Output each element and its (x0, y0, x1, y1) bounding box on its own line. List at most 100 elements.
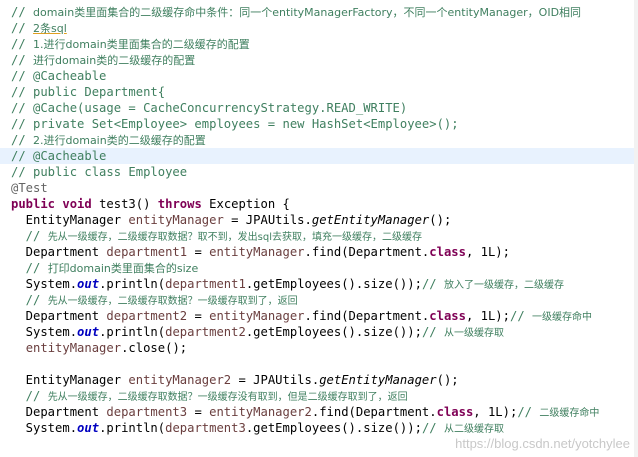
code-line[interactable]: // 2.进行domain类的二级缓存的配置 (11, 132, 638, 148)
code-token: department1 (106, 245, 188, 259)
code-token: System. (11, 421, 78, 435)
code-token: getEntityManager (319, 373, 437, 387)
code-line[interactable] (11, 356, 638, 372)
code-line[interactable]: // @Cache(usage = CacheConcurrencyStrate… (11, 100, 638, 116)
code-token: class (429, 309, 466, 323)
code-token: entityManager (209, 309, 305, 323)
code-token: (); (429, 213, 452, 227)
code-line[interactable]: EntityManager entityManager2 = JPAUtils.… (11, 372, 638, 388)
code-token: .close(); (121, 341, 188, 355)
code-token: // (421, 325, 444, 339)
code-token: // (421, 277, 444, 291)
code-token: // (11, 133, 34, 147)
code-token: 先从一级缓存，二级缓存取数据？取不到，发出sql去获取，填充一级缓存，二级缓存 (47, 232, 423, 243)
code-token: throws (157, 197, 210, 211)
code-line[interactable]: // @Cacheable (0, 148, 638, 164)
code-line[interactable]: // 先从一级缓存，二级缓存取数据？取不到，发出sql去获取，填充一级缓存，二级… (11, 228, 638, 244)
code-token: // (11, 389, 48, 403)
code-token: class (436, 405, 474, 419)
code-token: // public Department{ (11, 85, 166, 99)
code-line[interactable]: // 先从一级缓存，二级缓存取数据？一级缓存没有取到，但是二级缓存取到了，返回 (11, 388, 638, 404)
code-token: // (11, 37, 34, 51)
code-token: public (11, 197, 63, 211)
code-token: = JPAUtils. (223, 213, 312, 227)
code-token: 从二级缓存取 (443, 424, 504, 435)
code-token: 先从一级缓存，二级缓存取数据？一级缓存取到了，返回 (47, 296, 298, 307)
code-token: // (11, 229, 48, 243)
code-line[interactable]: // domain类里面集合的二级缓存命中条件：同一个entityManager… (11, 4, 638, 20)
code-token: // (11, 5, 34, 19)
code-token: // (509, 309, 532, 323)
code-line[interactable]: Department department1 = entityManager.f… (11, 244, 638, 260)
code-line[interactable]: // 进行domain类的二级缓存的配置 (11, 52, 638, 68)
code-token: EntityManager (11, 373, 129, 387)
code-token: test3() (99, 197, 158, 211)
watermark-text: https://blog.csdn.net/yotchylee (455, 436, 630, 451)
code-token: Department (11, 309, 107, 323)
code-token: , 1L); (473, 405, 518, 419)
code-token: 打印domain类里面集合的size (47, 262, 199, 275)
code-token: // public class Employee (11, 165, 188, 179)
code-line[interactable]: Department department2 = entityManager.f… (11, 308, 638, 324)
code-line[interactable]: Department department3 = entityManager2.… (11, 404, 638, 420)
code-line[interactable]: // 打印domain类里面集合的size (11, 260, 638, 276)
code-line[interactable]: System.out.println(department2.getEmploy… (11, 324, 638, 340)
code-token: Exception { (209, 197, 290, 211)
code-line[interactable]: // public class Employee (11, 164, 638, 180)
code-token: // (517, 405, 540, 419)
code-token: department3 (165, 421, 246, 435)
code-token: Department (11, 245, 107, 259)
code-line[interactable]: // 先从一级缓存，二级缓存取数据？一级缓存取到了，返回 (11, 292, 638, 308)
code-line[interactable]: entityManager.close(); (11, 340, 638, 356)
code-token: = JPAUtils. (231, 373, 320, 387)
code-token: .find(Department. (311, 405, 437, 419)
code-line[interactable]: // 2条sql (11, 20, 638, 36)
code-token: // @Cache(usage = CacheConcurrencyStrate… (11, 101, 408, 115)
code-editor[interactable]: // domain类里面集合的二级缓存命中条件：同一个entityManager… (0, 0, 638, 457)
code-token: entityManager (209, 245, 305, 259)
code-token: entityManager2 (209, 405, 312, 419)
code-token: entityManager2 (128, 373, 232, 387)
vertical-scrollbar[interactable] (634, 0, 638, 457)
code-token: 一级缓存命中 (532, 312, 592, 323)
code-token: // @Cacheable (11, 69, 107, 83)
code-token: // (11, 53, 34, 67)
code-line[interactable]: System.out.println(department1.getEmploy… (11, 276, 638, 292)
code-line[interactable]: // @Cacheable (11, 68, 638, 84)
code-token: 放入了一级缓存，二级缓存 (443, 280, 564, 291)
code-token: 进行domain类的二级缓存的配置 (33, 54, 196, 67)
code-token: .println( (99, 277, 166, 291)
code-line[interactable]: EntityManager entityManager = JPAUtils.g… (11, 212, 638, 228)
code-token: System. (11, 277, 78, 291)
code-token: 先从一级缓存，二级缓存取数据？一级缓存没有取到，但是二级缓存取到了，返回 (47, 392, 408, 403)
code-token: department3 (106, 405, 188, 419)
code-token: = (187, 245, 210, 259)
code-line[interactable]: // 1.进行domain类里面集合的二级缓存的配置 (11, 36, 638, 52)
code-token: .println( (99, 325, 166, 339)
code-token: 从一级缓存取 (443, 328, 504, 339)
code-token: Department (11, 405, 107, 419)
code-token: class (429, 245, 466, 259)
code-token: // (11, 21, 34, 35)
code-token: // @Cacheable (11, 149, 107, 163)
code-token: 2条sql (33, 22, 67, 35)
code-token: getEntityManager (311, 213, 430, 227)
code-token: department2 (106, 309, 188, 323)
code-token: out (77, 421, 100, 435)
code-token: entityManager (128, 213, 224, 227)
code-line[interactable]: @Test (11, 180, 638, 196)
code-token: 2.进行domain类的二级缓存的配置 (33, 134, 206, 147)
code-line[interactable]: // private Set<Employee> employees = new… (11, 116, 638, 132)
code-token: System. (11, 325, 78, 339)
code-line[interactable]: // public Department{ (11, 84, 638, 100)
code-line[interactable]: public void test3() throws Exception { (11, 196, 638, 212)
code-token: department1 (165, 277, 246, 291)
code-token: void (62, 197, 100, 211)
code-line[interactable]: System.out.println(department3.getEmploy… (11, 420, 638, 436)
code-token: // (421, 421, 444, 435)
code-token: entityManager (25, 341, 122, 355)
code-token: out (77, 325, 100, 339)
code-token: , 1L); (465, 245, 510, 259)
code-token: = (187, 309, 210, 323)
code-token: .println( (99, 421, 166, 435)
